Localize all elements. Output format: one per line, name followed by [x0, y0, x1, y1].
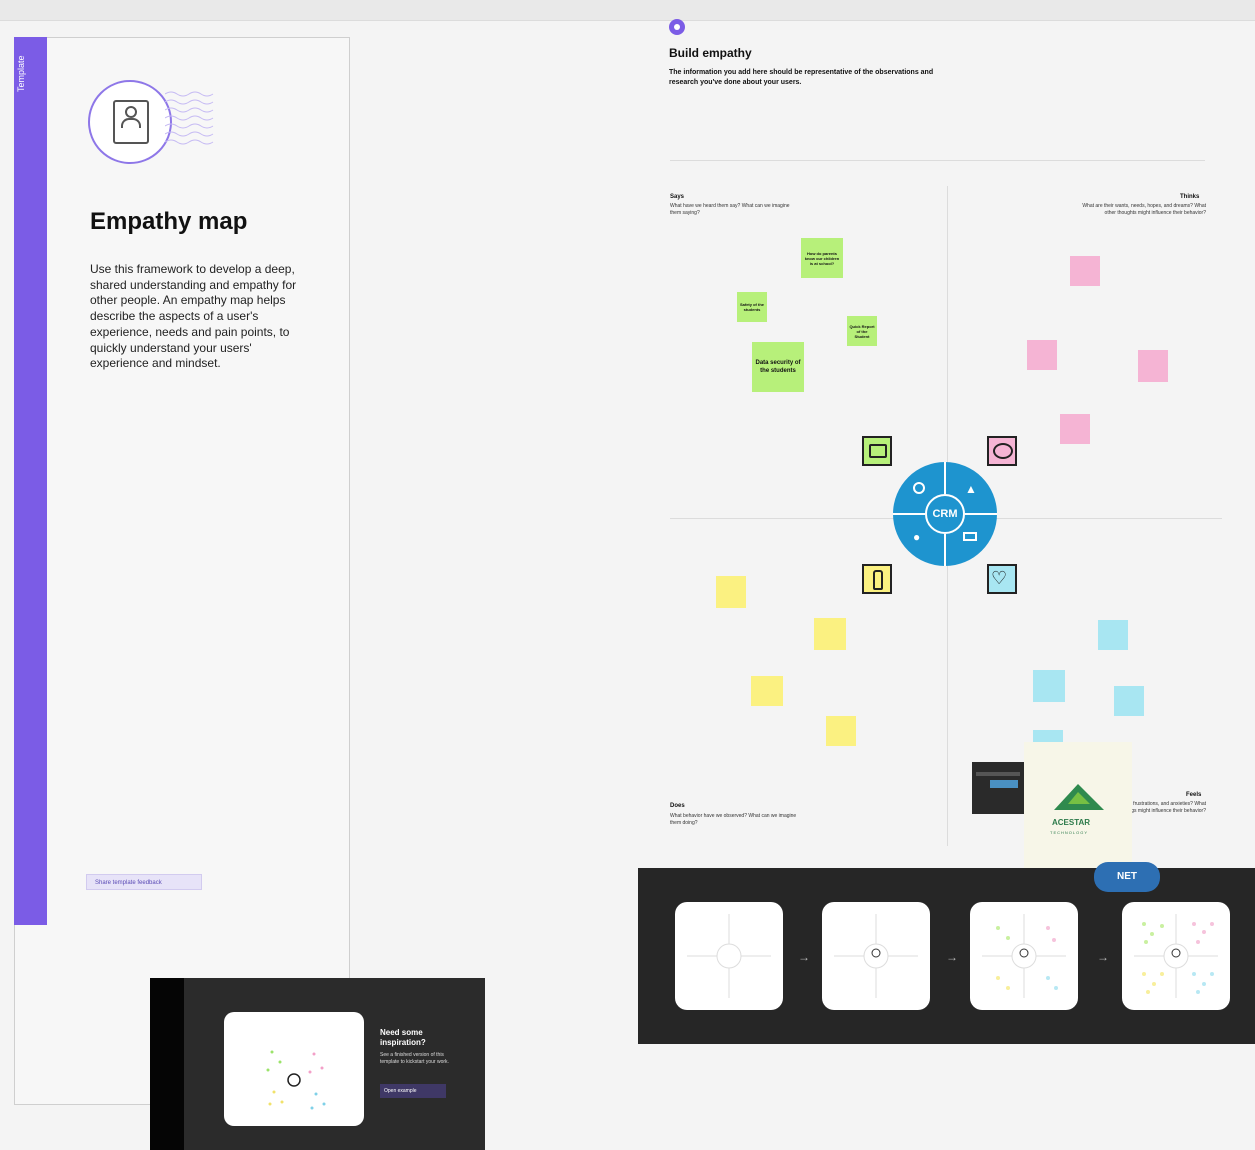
acestar-card: [1024, 742, 1132, 882]
template-tab-label: Template: [16, 55, 26, 92]
says-label: Says: [670, 194, 685, 200]
arrow-right-icon: →: [1097, 950, 1109, 964]
acestar-logo-text: ACESTAR: [1052, 818, 1091, 827]
sticky-note[interactable]: [716, 576, 746, 608]
person-icon: ●: [913, 530, 921, 544]
inspiration-text: See a finished version of this template …: [380, 1052, 449, 1065]
sticky-note[interactable]: How do parents know our children is at s…: [801, 238, 843, 278]
speech-bubble-icon: [862, 436, 892, 466]
arrow-right-icon: →: [798, 950, 810, 964]
acestar-logo-subtext: TECHNOLOGY: [1050, 830, 1089, 835]
sticky-note[interactable]: Quick Report of the Student: [847, 316, 877, 346]
portrait-icon: [88, 80, 172, 164]
crm-logo: ▲ ● CRM: [893, 462, 997, 566]
template-side-tab[interactable]: Template: [14, 37, 47, 925]
says-text: What have we heard them say? What can we…: [670, 203, 790, 216]
bar-chart-icon: ▲: [965, 482, 977, 496]
embedded-screenshot: [972, 762, 1024, 814]
mountain-logo-icon: [1054, 784, 1104, 810]
sticky-note[interactable]: [1070, 256, 1100, 286]
step-card[interactable]: [970, 902, 1078, 1010]
sticky-note[interactable]: [1138, 350, 1168, 382]
step-marker-icon: [669, 19, 685, 35]
step-card[interactable]: [822, 902, 930, 1010]
template-title: Empathy map: [90, 208, 248, 235]
sticky-note[interactable]: [1114, 686, 1144, 716]
arrow-right-icon: →: [946, 950, 958, 964]
thinks-label: Thinks: [1180, 194, 1200, 200]
pointer-hand-icon: [862, 564, 892, 594]
open-example-button[interactable]: Open example: [380, 1084, 446, 1098]
share-feedback-button[interactable]: Share template feedback: [86, 874, 202, 890]
sticky-note[interactable]: [751, 676, 783, 706]
does-label: Does: [670, 803, 685, 809]
top-toolbar: [0, 0, 1255, 21]
sticky-note[interactable]: [1060, 414, 1090, 444]
step-card[interactable]: [675, 902, 783, 1010]
target-icon: [913, 482, 925, 494]
inspiration-title: Need some inspiration?: [380, 1028, 426, 1047]
feels-label: Feels: [1186, 792, 1202, 798]
step-card[interactable]: [1122, 902, 1230, 1010]
template-panel: [14, 37, 350, 1105]
sticky-note[interactable]: Safety of the students: [737, 292, 767, 322]
sticky-note[interactable]: [826, 716, 856, 746]
sticky-note[interactable]: [1098, 620, 1128, 650]
sticky-note[interactable]: [1027, 340, 1057, 370]
template-description: Use this framework to develop a deep, sh…: [90, 262, 297, 371]
heart-icon: ♡: [987, 564, 1017, 594]
example-dots: [266, 1050, 326, 1110]
wave-pattern-icon: [165, 91, 214, 145]
example-preview[interactable]: [224, 1012, 364, 1126]
thinks-text: What are their wants, needs, hopes, and …: [1082, 203, 1206, 216]
thought-bubble-icon: [987, 436, 1017, 466]
net-cloud-badge: NET: [1094, 862, 1160, 892]
board-subtitle: The information you add here should be r…: [669, 69, 934, 86]
crm-center-label: CRM: [925, 494, 965, 534]
sticky-note[interactable]: [1033, 670, 1065, 702]
sticky-note[interactable]: [814, 618, 846, 650]
divider: [670, 160, 1205, 161]
card-icon: [963, 532, 977, 541]
inspiration-strip: [150, 978, 184, 1150]
does-text: What behavior have we observed? What can…: [670, 813, 797, 826]
sticky-note[interactable]: Data security of the students: [752, 342, 804, 392]
board-title: Build empathy: [669, 46, 752, 60]
